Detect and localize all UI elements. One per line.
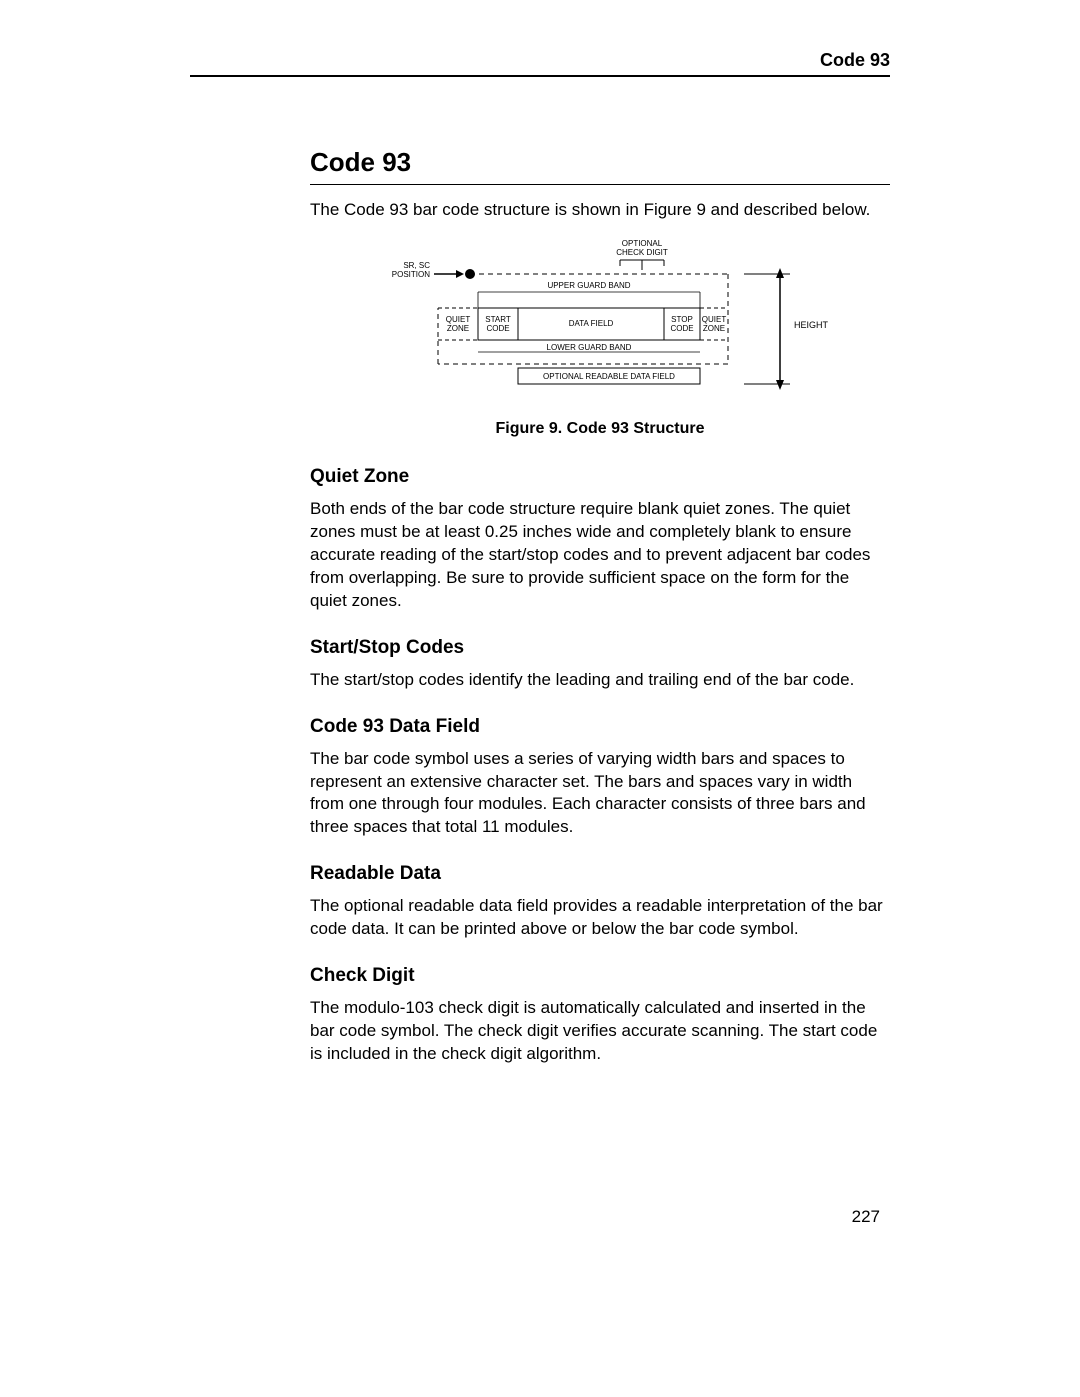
label-quiet-l-2: ZONE: [447, 324, 469, 333]
heading-readable-data: Readable Data: [310, 863, 890, 885]
heading-data-field: Code 93 Data Field: [310, 716, 890, 738]
label-start-1: START: [485, 315, 511, 324]
label-upper-guard: UPPER GUARD BAND: [547, 281, 630, 290]
section-title: Code 93: [310, 147, 890, 185]
body-data-field: The bar code symbol uses a series of var…: [310, 748, 890, 840]
running-head-text: Code 93: [820, 50, 890, 70]
label-stop-2: CODE: [670, 324, 693, 333]
label-quiet-l-1: QUIET: [446, 315, 471, 324]
label-data-field: DATA FIELD: [569, 319, 614, 328]
running-head: Code 93: [190, 50, 890, 77]
content-area: Code 93 The Code 93 bar code structure i…: [310, 147, 890, 1066]
heading-start-stop: Start/Stop Codes: [310, 637, 890, 659]
intro-paragraph: The Code 93 bar code structure is shown …: [310, 199, 890, 222]
label-quiet-r-2: ZONE: [703, 324, 725, 333]
body-readable-data: The optional readable data field provide…: [310, 895, 890, 941]
heading-quiet-zone: Quiet Zone: [310, 466, 890, 488]
label-stop-1: STOP: [671, 315, 693, 324]
figure-svg: OPTIONAL CHECK DIGIT SR, SC POSITION: [370, 236, 830, 396]
body-start-stop: The start/stop codes identify the leadin…: [310, 669, 890, 692]
label-start-2: CODE: [486, 324, 509, 333]
page-number: 227: [852, 1207, 880, 1227]
label-quiet-r-1: QUIET: [702, 315, 727, 324]
label-lower-guard: LOWER GUARD BAND: [547, 343, 632, 352]
figure-caption: Figure 9. Code 93 Structure: [310, 420, 890, 438]
label-sr-sc-1: SR, SC: [403, 261, 430, 270]
label-sr-sc-2: POSITION: [392, 270, 430, 279]
heading-check-digit: Check Digit: [310, 965, 890, 987]
page: Code 93 Code 93 The Code 93 bar code str…: [0, 0, 1080, 1397]
figure-code93-structure: OPTIONAL CHECK DIGIT SR, SC POSITION: [310, 236, 890, 396]
label-optional-cd-1: OPTIONAL: [622, 239, 663, 248]
body-check-digit: The modulo-103 check digit is automatica…: [310, 997, 890, 1066]
body-quiet-zone: Both ends of the bar code structure requ…: [310, 498, 890, 613]
label-optional-cd-2: CHECK DIGIT: [616, 248, 668, 257]
label-height: HEIGHT: [794, 320, 829, 330]
label-readable: OPTIONAL READABLE DATA FIELD: [543, 372, 675, 381]
